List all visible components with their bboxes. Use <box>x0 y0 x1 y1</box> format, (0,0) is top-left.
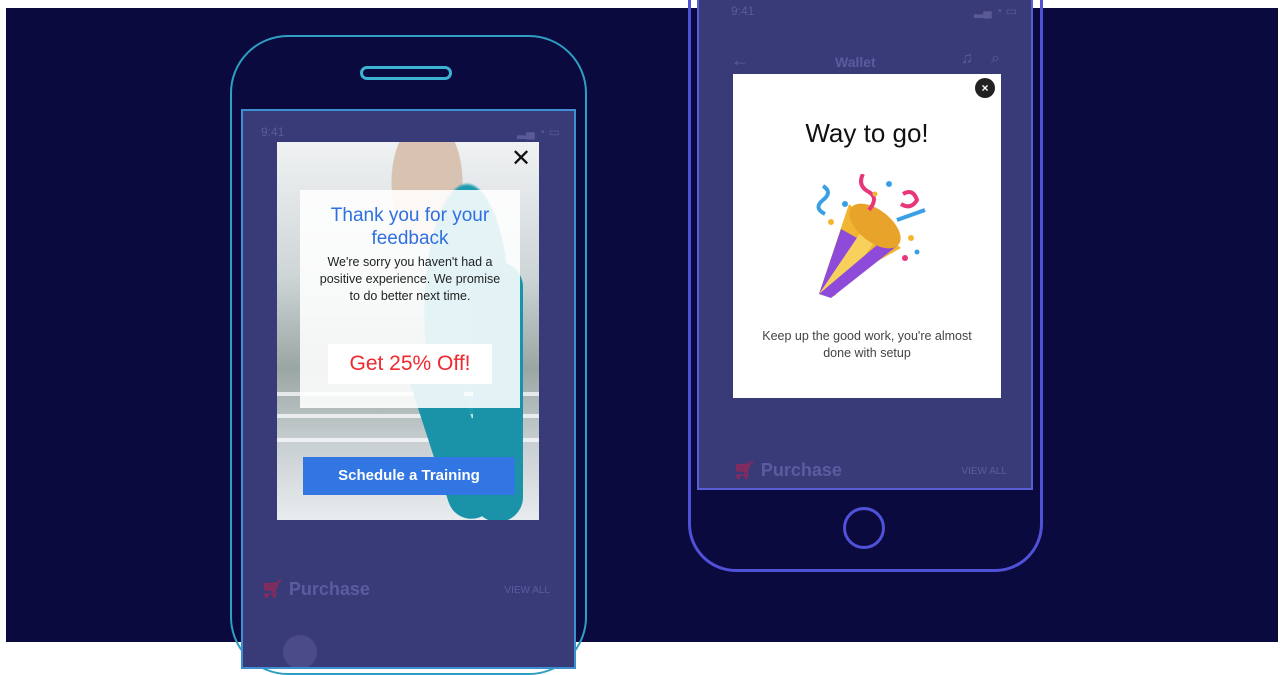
purchase-label: Purchase <box>760 460 842 480</box>
search-icon[interactable]: ⌕ <box>991 50 1000 68</box>
schedule-training-button[interactable]: Schedule a Training <box>303 457 515 495</box>
status-icons: ▂▄ ◔ ▭ <box>974 4 1017 18</box>
feedback-card: Thank you for your feedback We're sorry … <box>300 190 520 408</box>
view-all-link[interactable]: VIEW ALL <box>961 466 1007 477</box>
phone-speaker <box>360 66 452 80</box>
status-icons: ▂▄ ◔ ▭ <box>517 125 560 139</box>
header-title: Wallet <box>835 54 876 70</box>
bell-icon[interactable]: ♫︎ <box>961 50 973 68</box>
close-icon[interactable]: ✕ <box>509 147 533 172</box>
home-button[interactable] <box>843 507 885 549</box>
popup-title: Thank you for your feedback <box>330 205 490 249</box>
cart-icon: 🛒︎ <box>733 460 756 480</box>
status-time: 9:41 <box>731 4 755 18</box>
feedback-popup: ✕ Thank you for your feedback We're sorr… <box>277 142 539 520</box>
congrats-popup: × Way to go! Keep up the good work, you'… <box>733 74 1001 398</box>
view-all-link[interactable]: VIEW ALL <box>504 585 550 596</box>
status-time: 9:41 <box>261 125 285 139</box>
party-popper-icon <box>816 174 926 298</box>
back-arrow-icon[interactable]: ← <box>731 50 749 71</box>
purchase-section[interactable]: 🛒︎ Purchase <box>261 579 370 600</box>
popup-message: Keep up the good work, you're almost don… <box>762 329 972 360</box>
purchase-label: Purchase <box>288 579 370 599</box>
popup-message: We're sorry you haven't had a positive e… <box>319 255 501 303</box>
close-icon[interactable]: × <box>975 78 995 98</box>
background-canvas <box>6 8 1278 642</box>
purchase-section[interactable]: 🛒︎ Purchase <box>733 460 842 481</box>
discount-offer[interactable]: Get 25% Off! <box>328 344 492 384</box>
avatar <box>283 635 317 667</box>
popup-title: Way to go! <box>805 118 929 148</box>
cart-icon: 🛒︎ <box>261 579 284 599</box>
